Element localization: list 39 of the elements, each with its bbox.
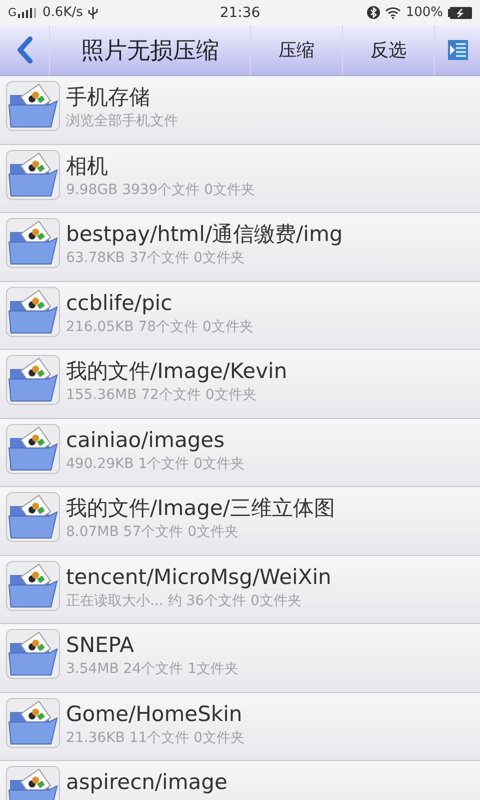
folder-name: ccblife/pic — [66, 290, 174, 316]
folder-row[interactable]: ccblife/pic 216.05KB 78个文件 0文件夹 — [0, 282, 480, 350]
folder-details: 490.29KB 1个文件 0文件夹 — [66, 454, 244, 474]
folder-row[interactable]: Gome/HomeSkin 21.36KB 11个文件 0文件夹 — [0, 692, 480, 761]
folder-row[interactable]: bestpay/html/通信缴费/img 63.78KB 37个文件 0文件夹 — [0, 213, 480, 282]
folder-row[interactable]: aspirecn/image — [0, 761, 480, 800]
folder-name: 手机存储 — [66, 84, 151, 111]
folder-row[interactable]: 我的文件/Image/Kevin 155.36MB 72个文件 0文件夹 — [0, 350, 480, 418]
folder-details: 正在读取大小... 约 36个文件 0文件夹 — [66, 592, 302, 610]
folder-row[interactable]: SNEPA 3.54MB 24个文件 1文件夹 — [0, 624, 480, 692]
folder-row[interactable]: cainiao/images 490.29KB 1个文件 0文件夹 — [0, 418, 480, 487]
folder-name: 我的文件/Image/Kevin — [66, 358, 288, 385]
folder-name: aspirecn/image — [66, 769, 228, 796]
battery-percent: 100% — [406, 5, 443, 20]
folder-name: cainiao/images — [66, 426, 226, 454]
network-type: G — [8, 6, 17, 19]
folder-details: 155.36MB 72个文件 0文件夹 — [66, 386, 258, 405]
folder-name: 相机 — [66, 152, 109, 180]
folder-name: SNEPA — [66, 632, 135, 659]
action-button[interactable]: 反选 — [342, 25, 434, 75]
folder-details: 216.05KB 78个文件 0文件夹 — [66, 318, 254, 336]
folder-row[interactable]: 我的文件/Image/三维立体图 8.07MB 57个文件 0文件夹 — [0, 487, 480, 556]
folder-details: 63.78KB 37个文件 0文件夹 — [66, 249, 246, 268]
folder-name: bestpay/html/通信缴费/img — [66, 221, 343, 248]
folder-row[interactable]: tencent/MicroMsg/WeiXin 正在读取大小... 约 36个文件 0文件夹 — [0, 556, 480, 624]
folder-name: tencent/MicroMsg/WeiXin — [66, 564, 332, 590]
network-speed: 0.6K/s — [42, 5, 83, 20]
folder-details: 8.07MB 57个文件 0文件夹 — [66, 523, 240, 542]
folder-details: 21.36KB 11个文件 0文件夹 — [66, 728, 244, 748]
folder-name: 我的文件/Image/三维立体图 — [66, 495, 335, 522]
folder-details: 浏览全部手机文件 — [66, 112, 178, 131]
folder-details: 3.54MB 24个文件 1文件夹 — [66, 660, 238, 679]
folder-row[interactable]: 相机 9.98GB 3939个文件 0文件夹 — [0, 144, 480, 213]
clock: 21:36 — [220, 4, 260, 20]
folder-name: Gome/HomeSkin — [66, 700, 244, 728]
folder-details: 9.98GB 3939个文件 0文件夹 — [66, 180, 256, 200]
folder-row[interactable]: 手机存储 浏览全部手机文件 — [0, 76, 480, 144]
screen-title: 照片无损压缩 — [80, 36, 220, 66]
action-button[interactable]: 压缩 — [250, 25, 342, 75]
